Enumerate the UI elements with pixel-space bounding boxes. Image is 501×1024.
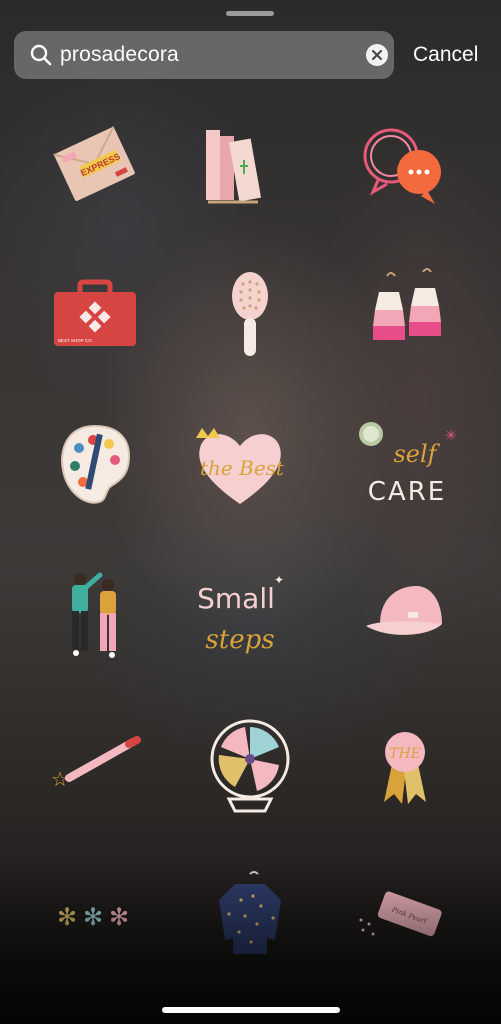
kit-label: BEST SHOP CO.: [58, 338, 93, 343]
home-indicator[interactable]: [162, 1007, 340, 1013]
cancel-button[interactable]: Cancel: [413, 43, 478, 67]
eraser-sticker[interactable]: Pink Pearl: [330, 840, 480, 990]
the-award-ribbon-sticker[interactable]: THE: [330, 690, 480, 840]
books-stack-sticker[interactable]: [160, 90, 310, 240]
svg-text:✳: ✳: [445, 428, 457, 444]
paint-palette-sticker[interactable]: [20, 390, 170, 540]
search-input[interactable]: prosadecora: [14, 31, 394, 79]
small-steps-line1: Small: [197, 582, 275, 615]
speech-bubbles-sticker[interactable]: [330, 90, 480, 240]
self-care-sticker[interactable]: self CARE ✳: [330, 390, 480, 540]
first-aid-kit-sticker[interactable]: BEST SHOP CO.: [20, 240, 170, 390]
svg-text:✻: ✻: [109, 903, 129, 931]
tassel-earrings-sticker[interactable]: [330, 240, 480, 390]
small-steps-line2: steps: [205, 625, 274, 655]
clear-icon: [372, 50, 382, 60]
desk-fan-sticker[interactable]: [175, 690, 325, 840]
sheet-grabber[interactable]: [226, 11, 274, 16]
self-care-line1: self: [393, 440, 440, 468]
award-text: THE: [389, 746, 421, 762]
heart-text: the Best: [200, 456, 285, 480]
search-query-text: prosadecora: [60, 43, 179, 66]
dancing-couple-sticker[interactable]: [20, 540, 170, 690]
flower-asterisks-sticker[interactable]: ✻ ✻ ✻: [20, 840, 170, 990]
the-best-heart-sticker[interactable]: the Best: [165, 390, 315, 540]
pencil-star-sticker[interactable]: ☆: [20, 690, 170, 840]
svg-text:✻: ✻: [57, 903, 77, 931]
svg-text:✦: ✦: [274, 573, 284, 587]
hairbrush-sticker[interactable]: [175, 240, 325, 390]
small-steps-sticker[interactable]: Small steps ✦: [165, 540, 315, 690]
self-care-line2: CARE: [368, 477, 446, 507]
polka-dot-sweater-sticker[interactable]: [175, 840, 325, 990]
svg-text:✻: ✻: [83, 903, 103, 931]
baseball-cap-sticker[interactable]: [330, 540, 480, 690]
clear-search-button[interactable]: [366, 44, 388, 66]
express-envelope-sticker[interactable]: EXPRESS: [20, 90, 170, 240]
search-icon: [30, 44, 52, 66]
